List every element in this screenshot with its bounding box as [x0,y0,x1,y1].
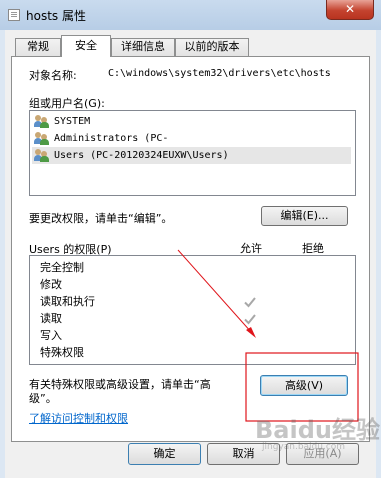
baidu-watermark-url: jingyan.baidu.com [262,442,346,452]
annotation-overlay [177,249,359,422]
annotation-arrow [177,249,253,334]
tab-security[interactable]: 安全 [61,35,111,57]
baidu-watermark: Baidu经验 [255,416,380,444]
